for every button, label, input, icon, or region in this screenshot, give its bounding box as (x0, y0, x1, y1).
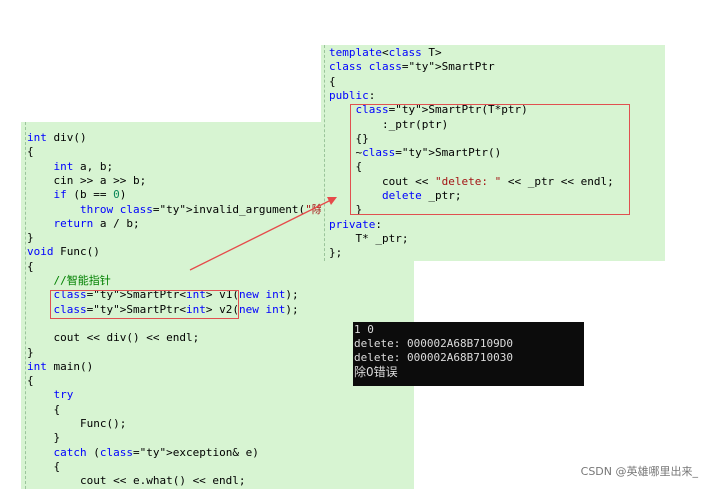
code-line: int a, b; (53, 159, 114, 173)
code-line: public: (329, 88, 376, 102)
code-line: { (27, 402, 61, 416)
code-line: { (27, 259, 34, 273)
code-line: try (53, 388, 74, 402)
code-line: int div() (27, 131, 87, 144)
code-line: Func(); (27, 417, 127, 430)
code-line: void Func() (27, 245, 100, 259)
code-line: throw class="ty">invalid_argument("除0错误"… (79, 202, 371, 216)
code-line: cin >> a >> b; (27, 173, 147, 187)
code-line: if (b == 0) (53, 188, 127, 202)
console-line: 除0错误 (354, 365, 398, 379)
code-line: template<class T> (329, 46, 442, 59)
code-line: }; (329, 246, 343, 260)
code-line: T* _ptr; (329, 231, 409, 245)
console-line: delete: 000002A68B7109D0 (354, 337, 513, 350)
watermark: CSDN @英雄哪里出来_ (580, 465, 698, 478)
code-line: //智能指针 (53, 274, 111, 287)
code-line: cout << div() << endl; (27, 331, 200, 345)
code-line: } (27, 431, 61, 445)
code-line: catch (class="ty">exception& e) (53, 445, 259, 459)
code-line: { (27, 459, 61, 473)
console-line: 1 0 (354, 323, 374, 336)
code-line: int main() (27, 359, 94, 373)
code-line: class class="ty">SmartPtr (329, 60, 495, 74)
code-line: } (27, 231, 34, 245)
code-line: } (27, 345, 34, 359)
constructor-destructor-highlight (350, 104, 630, 215)
code-line: { (27, 374, 34, 388)
code-line: { (329, 74, 336, 88)
right-code-panel: template<class T> class class="ty">SmartP… (321, 45, 665, 261)
console-output: 1 0 delete: 000002A68B7109D0 delete: 000… (353, 322, 584, 386)
code-line: return a / b; (53, 216, 140, 230)
smartptr-declarations-highlight (50, 290, 239, 319)
code-line: private: (329, 217, 382, 231)
code-line: { (27, 145, 34, 159)
code-line: cout << e.what() << endl; (27, 474, 246, 488)
console-line: delete: 000002A68B710030 (354, 351, 513, 364)
